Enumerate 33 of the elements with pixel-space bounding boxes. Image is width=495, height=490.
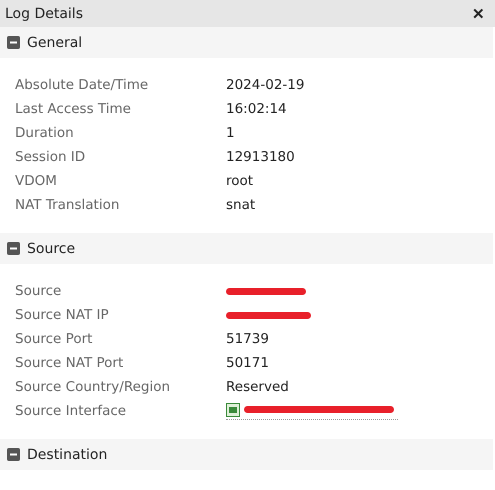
- field-value: snat: [226, 197, 256, 213]
- field-label: Session ID: [15, 149, 86, 165]
- network-port-icon: [226, 402, 240, 416]
- field-value: 12913180: [226, 149, 296, 165]
- section-header[interactable]: Source: [0, 233, 493, 264]
- field-label: Absolute Date/Time: [15, 77, 150, 93]
- field-label: Source Interface: [15, 403, 128, 419]
- field-value: Reserved: [226, 379, 290, 395]
- field-label: Source Port: [15, 331, 94, 347]
- window-title: Log Details: [5, 6, 83, 22]
- section-header[interactable]: General: [0, 27, 493, 58]
- field-label: NAT Translation: [15, 197, 120, 213]
- field-label: Source Country/Region: [15, 379, 172, 395]
- field-label: Source NAT IP: [15, 307, 110, 323]
- field-label: Source: [15, 283, 62, 299]
- field-value: 1: [226, 125, 236, 141]
- collapse-icon[interactable]: [7, 36, 20, 49]
- field-value: 2024-02-19: [226, 77, 306, 93]
- close-button[interactable]: ✕: [472, 4, 485, 22]
- field-label: VDOM: [15, 173, 58, 189]
- field-label: Source NAT Port: [15, 355, 124, 371]
- field-label: Duration: [15, 125, 75, 141]
- section-title: General: [27, 34, 82, 50]
- collapse-icon[interactable]: [7, 448, 20, 461]
- section-title: Destination: [27, 446, 108, 462]
- section-title: Source: [27, 240, 76, 256]
- collapse-icon[interactable]: [7, 242, 20, 255]
- field-value: 50171: [226, 355, 270, 371]
- field-value: 16:02:14: [226, 101, 288, 117]
- field-value: 51739: [226, 331, 270, 347]
- field-value: root: [226, 173, 254, 189]
- field-label: Last Access Time: [15, 101, 132, 117]
- section-header[interactable]: Destination: [0, 439, 493, 470]
